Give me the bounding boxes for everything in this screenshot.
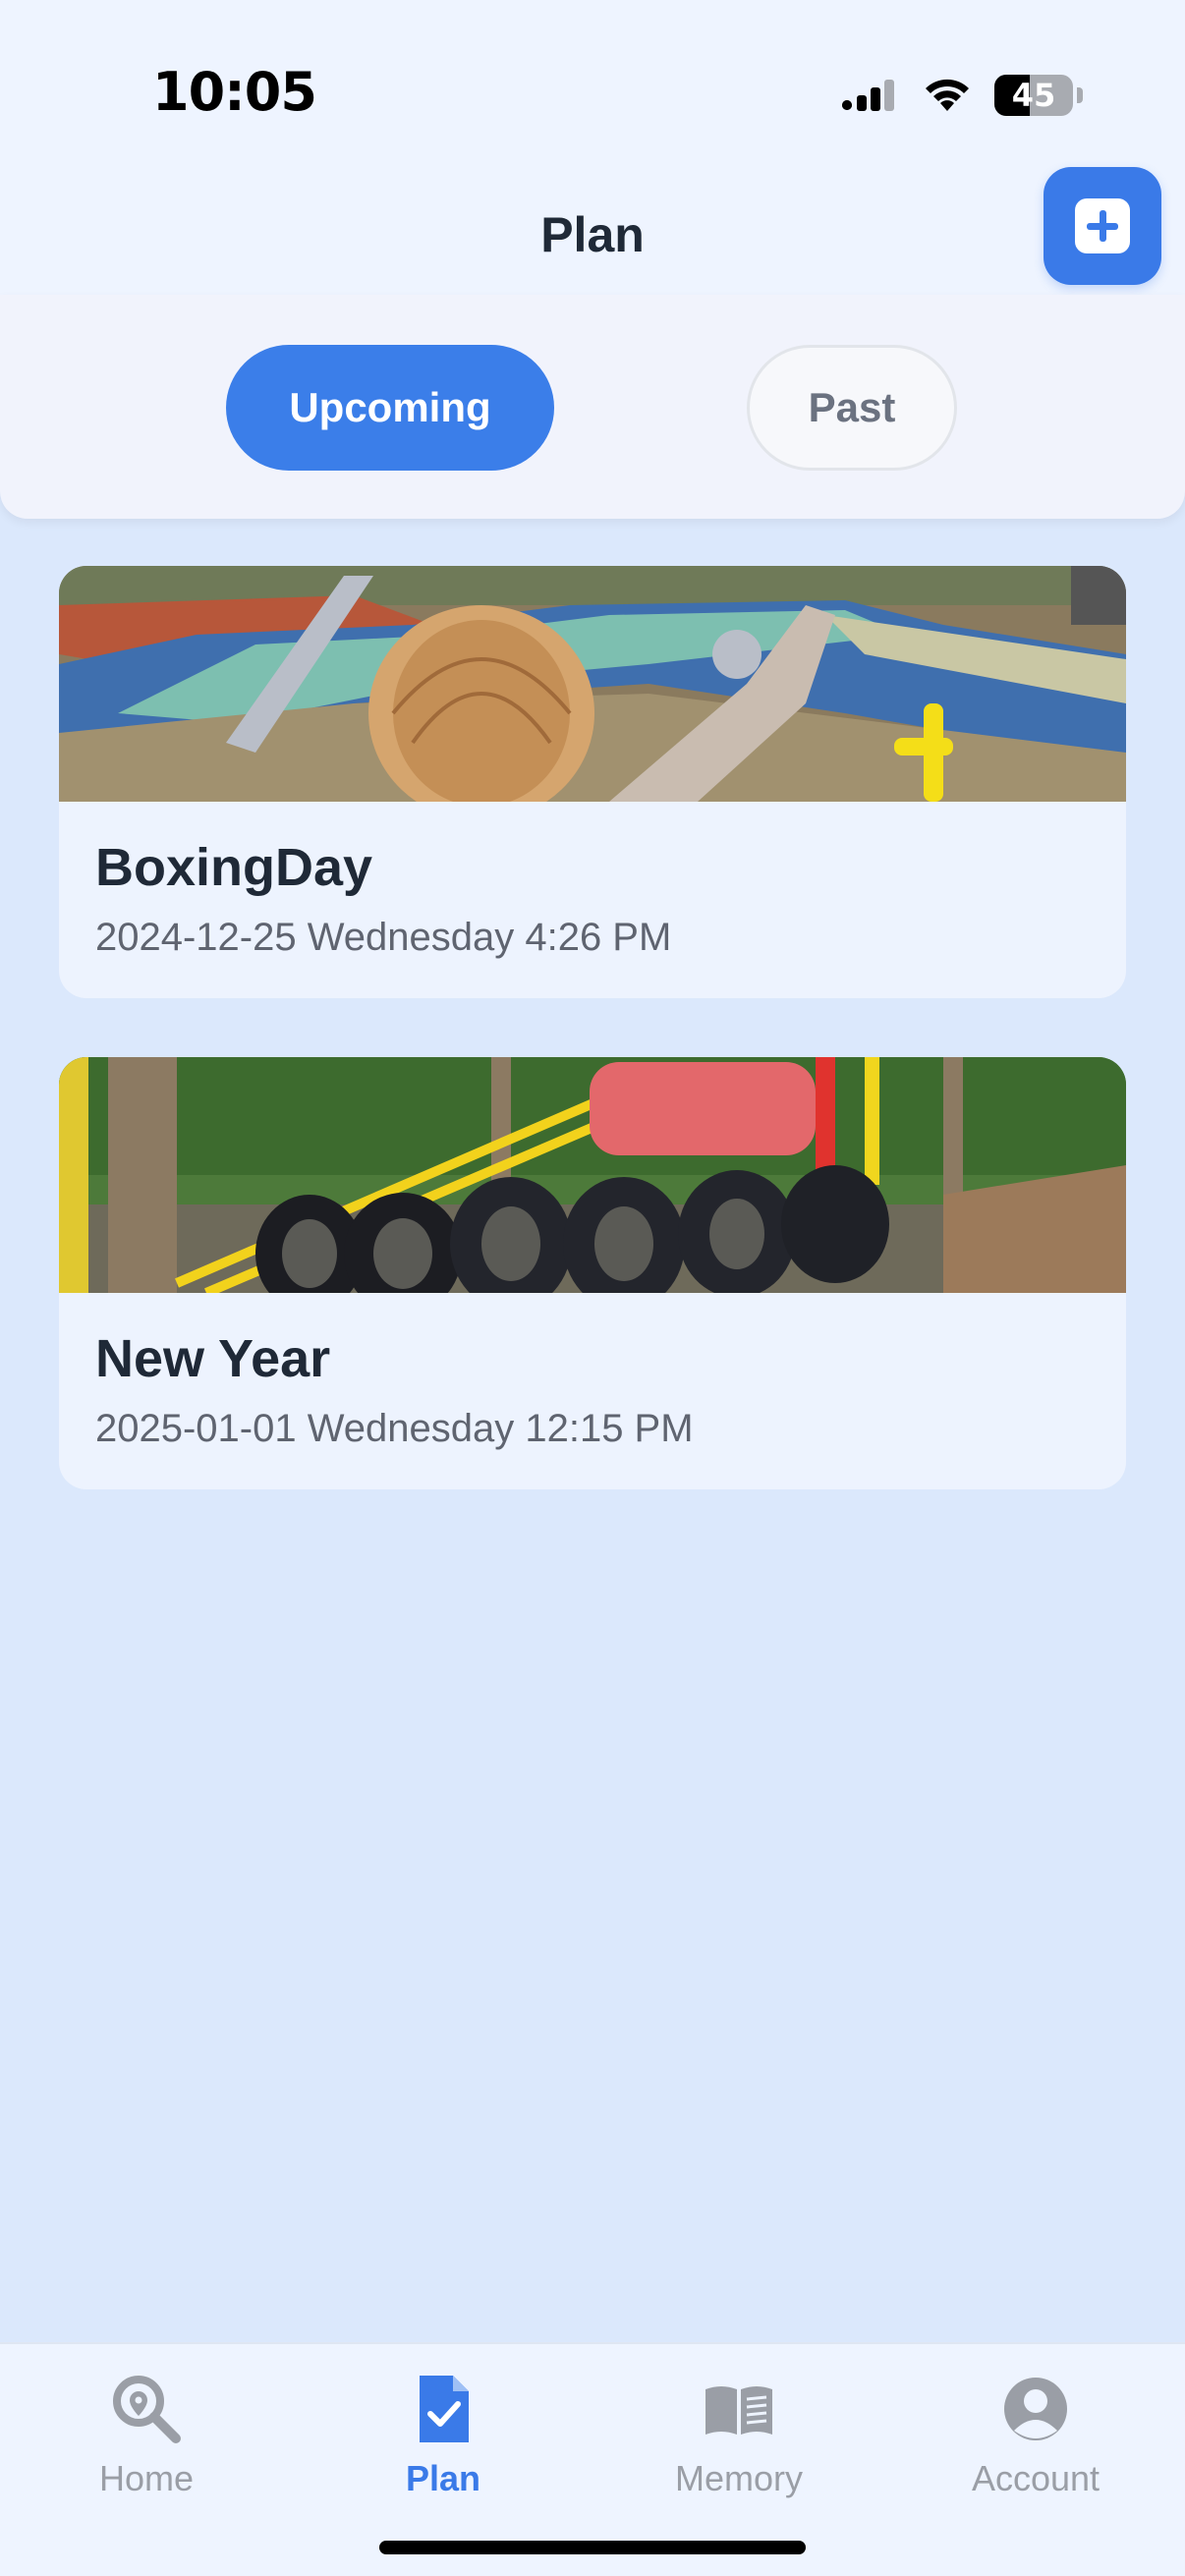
- header: Plan: [0, 157, 1185, 295]
- add-plan-button[interactable]: [1044, 167, 1161, 285]
- plan-cover-image: [59, 566, 1126, 802]
- plan-document-icon: [420, 2376, 469, 2442]
- tab-past[interactable]: Past: [747, 345, 957, 471]
- tab-memory-label: Memory: [674, 2458, 803, 2498]
- search-pin-icon: [113, 2376, 181, 2443]
- battery-level: 45: [1011, 77, 1056, 114]
- tab-home[interactable]: Home: [28, 2344, 264, 2521]
- wifi-icon: [926, 79, 969, 111]
- tab-plan-label: Plan: [405, 2458, 481, 2498]
- tab-plan[interactable]: Plan: [325, 2344, 561, 2521]
- person-icon: [1004, 2378, 1067, 2440]
- plan-date: 2024-12-25 Wednesday 4:26 PM: [95, 916, 672, 959]
- cellular-signal-icon: [842, 80, 894, 111]
- plan-title: BoxingDay: [95, 838, 373, 897]
- tab-upcoming[interactable]: Upcoming: [226, 345, 554, 471]
- tab-account[interactable]: Account: [918, 2344, 1154, 2521]
- plan-title: New Year: [95, 1329, 331, 1388]
- tab-account-label: Account: [971, 2458, 1100, 2498]
- page-title: Plan: [540, 207, 645, 262]
- plan-filter: Upcoming Past: [0, 295, 1185, 519]
- battery-icon: 45: [994, 75, 1073, 116]
- plan-date: 2025-01-01 Wednesday 12:15 PM: [95, 1407, 694, 1450]
- battery-tip: [1077, 87, 1083, 103]
- home-indicator: [379, 2541, 806, 2554]
- status-time: 10:05: [152, 61, 317, 123]
- status-bar: 10:05 45: [0, 0, 1185, 157]
- plan-cover-image: [59, 1057, 1126, 1293]
- plus-icon: [1075, 198, 1130, 253]
- plan-card[interactable]: BoxingDay 2024-12-25 Wednesday 4:26 PM: [59, 566, 1126, 998]
- tab-home-label: Home: [98, 2458, 195, 2498]
- book-icon: [705, 2386, 772, 2435]
- status-icons: 45: [841, 71, 1083, 120]
- plan-card[interactable]: New Year 2025-01-01 Wednesday 12:15 PM: [59, 1057, 1126, 1489]
- tab-memory[interactable]: Memory: [621, 2344, 857, 2521]
